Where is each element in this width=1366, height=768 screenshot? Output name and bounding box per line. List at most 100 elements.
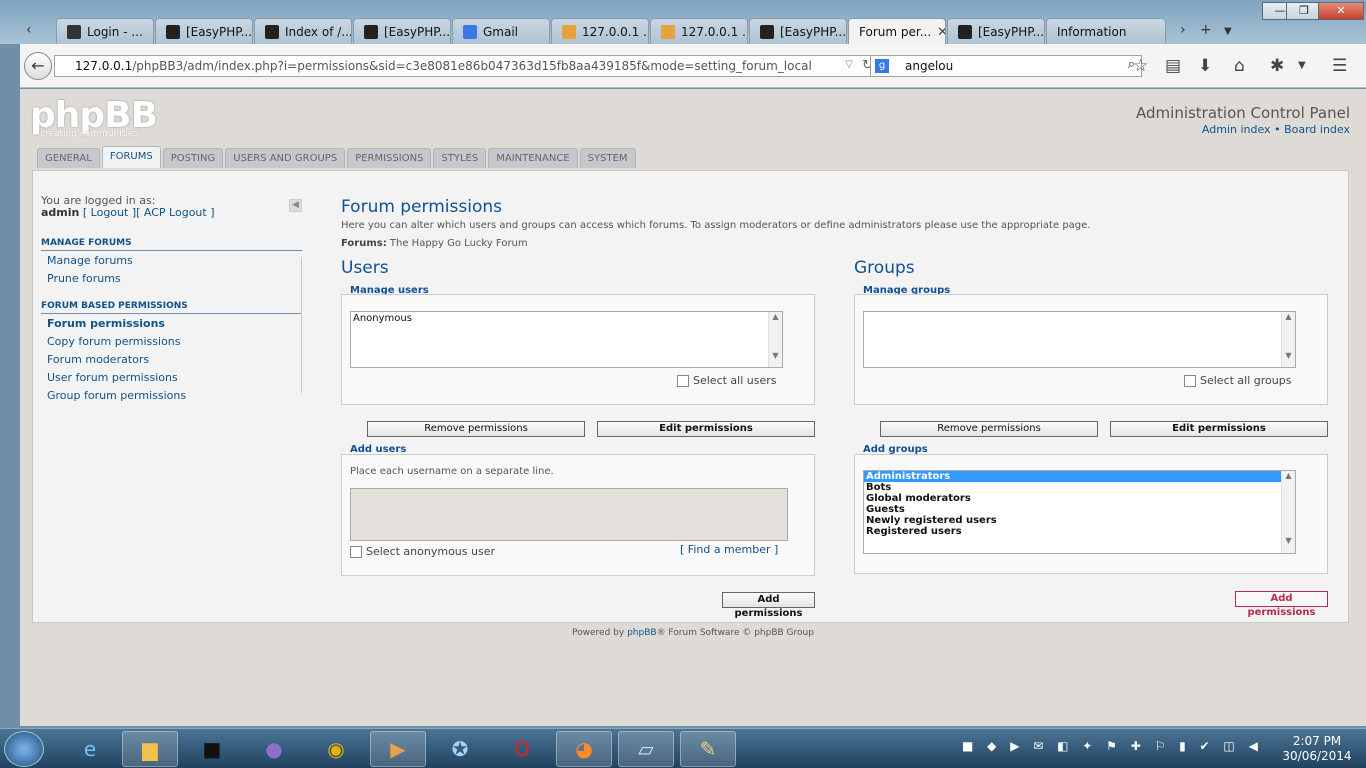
clock[interactable]: 2:07 PM 30/06/2014 <box>1280 734 1354 764</box>
users-remove-permissions-button[interactable]: Remove permissions <box>367 421 585 437</box>
tabs-scroll-right-icon[interactable]: › <box>1180 22 1186 38</box>
browser-tab[interactable]: [EasyPHP... <box>353 18 451 44</box>
tab-maintenance[interactable]: MAINTENANCE <box>488 148 578 168</box>
bookmarks-list-icon[interactable]: ▤ <box>1165 56 1181 76</box>
tab-system[interactable]: SYSTEM <box>579 148 636 168</box>
select-all-users[interactable]: Select all users <box>677 374 777 387</box>
sidebar-item-forum-permissions[interactable]: Forum permissions <box>41 314 302 332</box>
list-item[interactable]: Administrators <box>864 471 1295 482</box>
list-item[interactable]: Registered users <box>864 526 1295 537</box>
add-groups-scrollbar[interactable]: ▲ ▼ <box>1281 471 1295 553</box>
downloads-icon[interactable]: ⬇ <box>1198 56 1212 76</box>
tab-permissions[interactable]: PERMISSIONS <box>347 148 432 168</box>
file-explorer-icon[interactable]: ▆ <box>122 731 178 767</box>
groups-edit-permissions-button[interactable]: Edit permissions <box>1110 421 1328 437</box>
search-box[interactable]: g angelou ⌕ <box>870 55 1142 77</box>
eclipse-icon[interactable]: ● <box>246 731 302 767</box>
addon-icon[interactable]: ✱ <box>1270 56 1284 76</box>
opera-icon[interactable]: O <box>494 731 550 767</box>
users-listbox-scrollbar[interactable]: ▲ ▼ <box>768 312 782 367</box>
menu-icon[interactable]: ☰ <box>1332 56 1347 76</box>
select-all-groups[interactable]: Select all groups <box>1184 374 1291 387</box>
browser-tab[interactable]: 127.0.0.1 ... <box>551 18 649 44</box>
browser-tab-label: Forum per... <box>859 25 932 39</box>
users-add-permissions-button[interactable]: Add permissions <box>722 592 815 619</box>
notepad-icon[interactable]: ▱ <box>618 731 674 767</box>
google-icon[interactable]: g <box>875 59 889 73</box>
url-dropdown-icon[interactable]: ▽ <box>845 59 853 70</box>
content-panel: You are logged in as: admin [ Logout ][ … <box>32 170 1349 623</box>
groups-manage-scrollbar[interactable]: ▲ ▼ <box>1281 312 1295 367</box>
add-groups-listbox[interactable]: Administrators Bots Global moderators Guest… <box>863 470 1296 554</box>
add-users-textarea[interactable] <box>350 488 788 541</box>
admin-index-link[interactable]: Admin index <box>1202 123 1271 136</box>
list-item[interactable]: Bots <box>864 482 1295 493</box>
safari-icon[interactable]: ✪ <box>432 731 488 767</box>
select-all-users-label: Select all users <box>693 374 777 387</box>
find-member-link[interactable]: [ Find a member ] <box>680 543 778 556</box>
board-index-link[interactable]: Board index <box>1284 123 1350 136</box>
browser-tab[interactable]: [EasyPHP... <box>749 18 847 44</box>
tab-styles[interactable]: STYLES <box>433 148 487 168</box>
forums-value: The Happy Go Lucky Forum <box>389 238 528 249</box>
list-item[interactable]: Guests <box>864 504 1295 515</box>
tab-list-icon[interactable]: ▼ <box>1224 26 1232 37</box>
users-edit-permissions-button[interactable]: Edit permissions <box>597 421 815 437</box>
select-all-users-checkbox[interactable] <box>677 374 689 387</box>
sidebar-item-prune-forums[interactable]: Prune forums <box>41 269 302 287</box>
list-item[interactable]: Anonymous <box>351 313 782 324</box>
sidebar-item-copy-forum-permissions[interactable]: Copy forum permissions <box>41 332 302 350</box>
search-input[interactable]: angelou <box>905 59 953 73</box>
sidebar-item-manage-forums[interactable]: Manage forums <box>41 251 302 269</box>
tab-users-and-groups[interactable]: USERS AND GROUPS <box>225 148 346 168</box>
sidebar-item-group-forum-permissions[interactable]: Group forum permissions <box>41 386 302 404</box>
tab-posting[interactable]: POSTING <box>162 148 224 168</box>
select-all-groups-checkbox[interactable] <box>1184 374 1196 387</box>
new-tab-icon[interactable]: + <box>1200 22 1212 38</box>
media-player-icon[interactable]: ▶ <box>370 731 426 767</box>
home-icon[interactable]: ⌂ <box>1234 56 1245 76</box>
select-anonymous-checkbox[interactable] <box>350 545 362 558</box>
start-button[interactable] <box>4 731 44 767</box>
browser-tab[interactable]: Login - ... <box>56 18 154 44</box>
tab-general[interactable]: GENERAL <box>37 148 100 168</box>
close-tab-icon[interactable]: ✕ <box>937 25 945 40</box>
select-anonymous-user[interactable]: Select anonymous user <box>350 545 495 558</box>
footer-phpbb-link[interactable]: phpBB <box>627 628 656 638</box>
window-close-button[interactable]: ✕ <box>1318 2 1364 20</box>
browser-tab-label: Gmail <box>483 25 519 39</box>
sidebar-item-forum-moderators[interactable]: Forum moderators <box>41 350 302 368</box>
chrome-icon[interactable]: ◉ <box>308 731 364 767</box>
tab-forums[interactable]: FORUMS <box>101 146 161 168</box>
sidebar-item-user-forum-permissions[interactable]: User forum permissions <box>41 368 302 386</box>
main-content: Forum permissions Here you can alter whi… <box>341 197 1341 249</box>
browser-tab[interactable]: Gmail <box>452 18 550 44</box>
tabs-scroll-left-icon[interactable]: ‹ <box>26 22 32 38</box>
paint-icon[interactable]: ✎ <box>680 731 736 767</box>
users-listbox[interactable]: Anonymous ▲ ▼ <box>350 311 783 368</box>
browser-tab[interactable]: Index of /... <box>254 18 352 44</box>
internet-explorer-icon[interactable]: e <box>62 731 118 767</box>
list-item[interactable]: Global moderators <box>864 493 1295 504</box>
logout-link[interactable]: [ Logout ] <box>83 206 136 219</box>
acp-logout-link[interactable]: [ ACP Logout ] <box>136 206 214 219</box>
browser-tab[interactable]: Forum per... ✕ <box>848 18 946 44</box>
browser-tab[interactable]: 127.0.0.1 ... <box>650 18 748 44</box>
easyphp-taskbar-icon[interactable]: ■ <box>184 731 240 767</box>
list-item[interactable]: Newly registered users <box>864 515 1295 526</box>
groups-add-permissions-button[interactable]: Add permissions <box>1235 591 1328 618</box>
firefox-icon[interactable]: ◕ <box>556 731 612 767</box>
browser-tab[interactable]: Information <box>1046 18 1166 44</box>
browser-tab[interactable]: [EasyPHP... <box>155 18 253 44</box>
browser-tab-bar: — ❐ ✕ ‹ Login - ... [EasyPHP... Index of /… <box>0 0 1366 44</box>
browser-tab[interactable]: [EasyPHP... <box>947 18 1045 44</box>
bookmark-star-icon[interactable]: ☆ <box>1133 56 1148 76</box>
system-tray[interactable]: ■ ◆ ▶ ✉ ◧ ✦ ⚑ ✚ ⚐ ▮ ✔ ◫ ◀ <box>962 739 1263 753</box>
addon-dropdown-icon[interactable]: ▼ <box>1298 60 1306 71</box>
groups-heading: Groups <box>854 258 915 278</box>
url-bar[interactable]: 127.0.0.1/phpBB3/adm/index.php?i=permiss… <box>54 55 882 77</box>
collapse-sidebar-icon[interactable]: ◀ <box>289 199 302 212</box>
groups-remove-permissions-button[interactable]: Remove permissions <box>880 421 1098 437</box>
back-button[interactable]: ← <box>24 52 52 80</box>
groups-manage-listbox[interactable]: ▲ ▼ <box>863 311 1296 368</box>
